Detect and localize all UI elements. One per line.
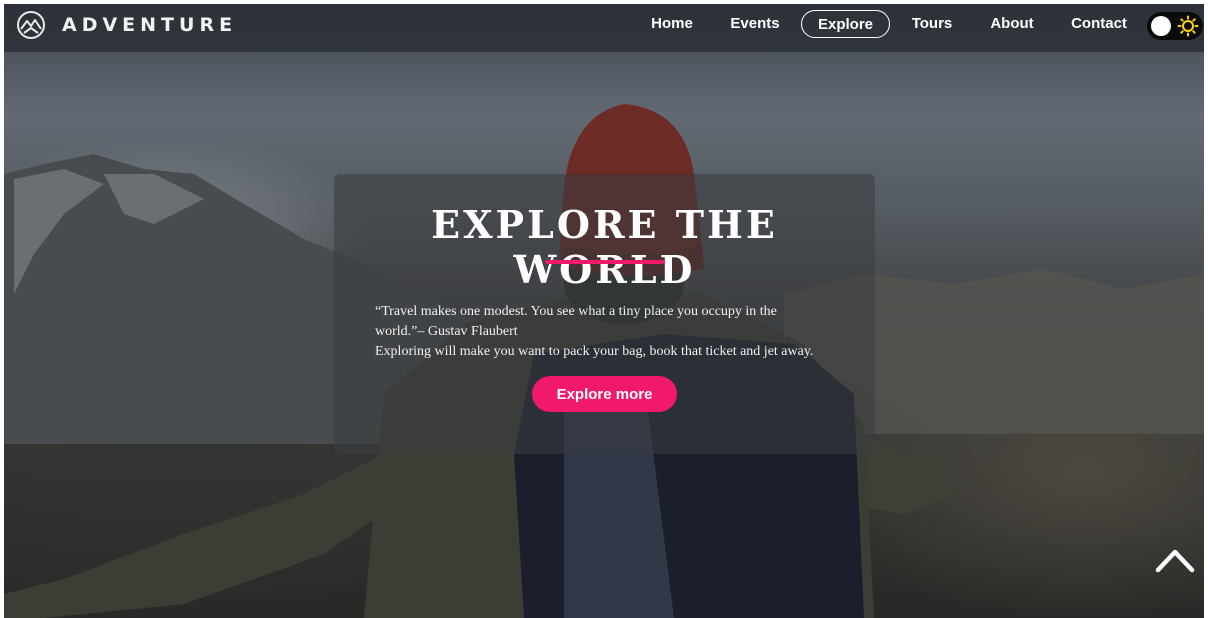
explore-more-button[interactable]: Explore more — [532, 376, 677, 412]
logo[interactable]: ADVENTURE — [16, 10, 237, 40]
title-underline — [545, 260, 665, 264]
theme-toggle[interactable] — [1147, 12, 1203, 40]
nav-link-explore[interactable]: Explore — [801, 10, 890, 38]
navbar: ADVENTURE Home Events Explore Tours Abou… — [4, 4, 1204, 52]
hero-section: ADVENTURE Home Events Explore Tours Abou… — [4, 4, 1204, 618]
hero-title: EXPLORE THE WORLD — [431, 202, 778, 292]
quote-author-line: world.”– Gustav Flaubert — [375, 324, 518, 339]
sun-icon — [1177, 15, 1199, 37]
tagline: Exploring will make you want to pack you… — [375, 344, 814, 359]
nav-link-tours[interactable]: Tours — [910, 10, 954, 38]
quote-line: “Travel makes one modest. You see what a… — [375, 304, 777, 319]
mountain-circle-icon — [17, 11, 45, 39]
hero-quote: “Travel makes one modest. You see what a… — [375, 302, 855, 362]
brand-name: ADVENTURE — [62, 14, 238, 36]
nav-link-about[interactable]: About — [989, 10, 1035, 38]
hero-card: EXPLORE THE WORLD “Travel makes one mode… — [334, 174, 875, 454]
nav-link-home[interactable]: Home — [650, 10, 694, 38]
nav-link-events[interactable]: Events — [728, 10, 782, 38]
toggle-knob — [1151, 16, 1171, 36]
chevron-up-icon[interactable] — [1154, 542, 1196, 576]
nav-link-contact[interactable]: Contact — [1070, 10, 1128, 38]
